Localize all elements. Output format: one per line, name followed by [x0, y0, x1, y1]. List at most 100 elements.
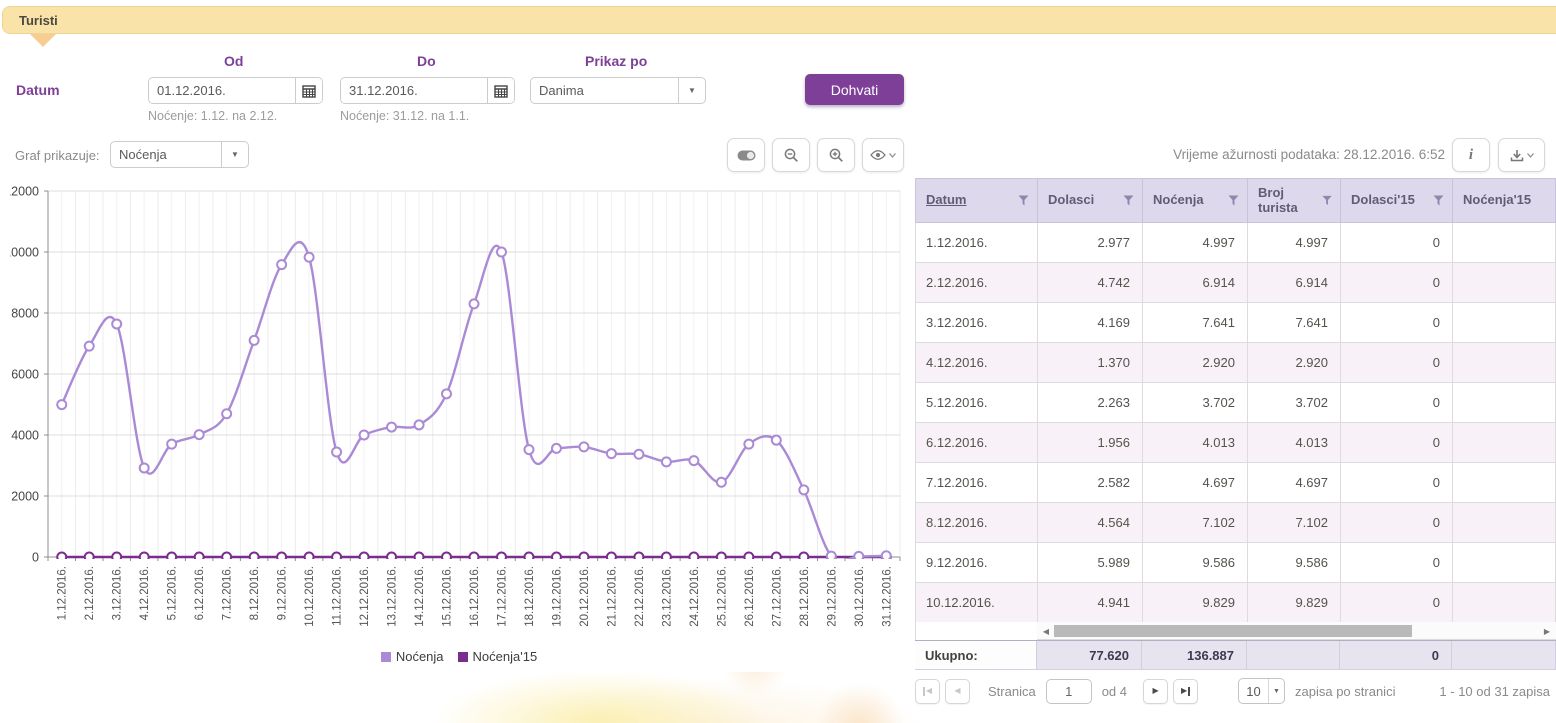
prev-page-button[interactable]: ◀ — [945, 679, 970, 704]
date-from-calendar-button[interactable] — [295, 78, 322, 103]
filter-icon[interactable] — [1018, 195, 1029, 206]
date-to-input[interactable] — [341, 78, 487, 103]
table-row[interactable]: 9.12.2016.5.9899.5869.5860 — [915, 543, 1556, 583]
table-row[interactable]: 3.12.2016.4.1697.6417.6410 — [915, 303, 1556, 343]
data-point-marker[interactable] — [222, 553, 231, 562]
data-point-marker[interactable] — [689, 456, 698, 465]
chart-toggle-button[interactable] — [727, 138, 765, 172]
data-point-marker[interactable] — [250, 553, 259, 562]
data-point-marker[interactable] — [744, 440, 753, 449]
data-point-marker[interactable] — [607, 553, 616, 562]
data-point-marker[interactable] — [415, 420, 424, 429]
first-page-button[interactable]: ◀ — [915, 679, 940, 704]
data-point-marker[interactable] — [470, 299, 479, 308]
data-point-marker[interactable] — [744, 553, 753, 562]
data-point-marker[interactable] — [140, 463, 149, 472]
data-point-marker[interactable] — [552, 553, 561, 562]
data-point-marker[interactable] — [112, 553, 121, 562]
series-visibility-button[interactable] — [862, 138, 904, 172]
data-point-marker[interactable] — [882, 551, 891, 560]
data-point-marker[interactable] — [85, 342, 94, 351]
page-size-select[interactable]: 10 ▼ — [1238, 678, 1285, 704]
data-point-marker[interactable] — [607, 449, 616, 458]
data-point-marker[interactable] — [167, 553, 176, 562]
legend-item[interactable]: Noćenja'15 — [458, 649, 538, 664]
data-point-marker[interactable] — [799, 485, 808, 494]
data-point-marker[interactable] — [524, 553, 533, 562]
table-row[interactable]: 10.12.2016.4.9419.8299.8290 — [915, 583, 1556, 623]
date-to-calendar-button[interactable] — [487, 78, 514, 103]
data-point-marker[interactable] — [222, 409, 231, 418]
column-header-5[interactable]: Dolasci'15 — [1341, 179, 1453, 223]
data-point-marker[interactable] — [332, 553, 341, 562]
data-point-marker[interactable] — [497, 248, 506, 257]
data-point-marker[interactable] — [360, 553, 369, 562]
page-number-input[interactable] — [1046, 679, 1092, 704]
last-page-button[interactable]: ▶ — [1173, 679, 1198, 704]
filter-icon[interactable] — [1433, 195, 1444, 206]
table-row[interactable]: 7.12.2016.2.5824.6974.6970 — [915, 463, 1556, 503]
tab-turisti[interactable]: Turisti — [2, 6, 1556, 34]
date-from-input[interactable] — [149, 78, 295, 103]
data-point-marker[interactable] — [854, 552, 863, 561]
data-point-marker[interactable] — [442, 553, 451, 562]
data-point-marker[interactable] — [717, 553, 726, 562]
table-row[interactable]: 5.12.2016.2.2633.7023.7020 — [915, 383, 1556, 423]
data-point-marker[interactable] — [662, 457, 671, 466]
data-point-marker[interactable] — [579, 442, 588, 451]
data-point-marker[interactable] — [167, 440, 176, 449]
table-row[interactable]: 6.12.2016.1.9564.0134.0130 — [915, 423, 1556, 463]
data-point-marker[interactable] — [360, 431, 369, 440]
nocenja-line-chart[interactable]: 0200040006000800010000120001.12.2016.2.1… — [10, 182, 906, 646]
table-row[interactable]: 2.12.2016.4.7426.9146.9140 — [915, 263, 1556, 303]
column-header-3[interactable]: Noćenja — [1143, 179, 1248, 223]
data-point-marker[interactable] — [57, 553, 66, 562]
column-header-6[interactable]: Noćenja'15 — [1453, 179, 1556, 223]
data-point-marker[interactable] — [57, 400, 66, 409]
data-point-marker[interactable] — [195, 553, 204, 562]
scroll-right-icon[interactable]: ▶ — [1540, 623, 1554, 639]
data-point-marker[interactable] — [277, 260, 286, 269]
column-header-4[interactable]: Broj turista — [1248, 179, 1341, 223]
data-point-marker[interactable] — [277, 553, 286, 562]
data-point-marker[interactable] — [332, 448, 341, 457]
data-point-marker[interactable] — [112, 319, 121, 328]
table-row[interactable]: 4.12.2016.1.3702.9202.9200 — [915, 343, 1556, 383]
data-point-marker[interactable] — [442, 389, 451, 398]
prikaz-po-select[interactable]: Danima ▼ — [530, 77, 706, 104]
data-point-marker[interactable] — [470, 553, 479, 562]
zoom-out-button[interactable] — [772, 138, 810, 172]
hscrollbar-track[interactable]: ◀ ▶ — [1037, 622, 1556, 640]
filter-icon[interactable] — [1123, 195, 1134, 206]
data-point-marker[interactable] — [772, 553, 781, 562]
hscrollbar-thumb[interactable] — [1054, 625, 1412, 637]
data-point-marker[interactable] — [634, 450, 643, 459]
data-point-marker[interactable] — [827, 552, 836, 561]
filter-icon[interactable] — [1228, 195, 1239, 206]
data-point-marker[interactable] — [579, 553, 588, 562]
table-row[interactable]: 8.12.2016.4.5647.1027.1020 — [915, 503, 1556, 543]
data-point-marker[interactable] — [662, 553, 671, 562]
data-point-marker[interactable] — [85, 553, 94, 562]
export-button[interactable] — [1498, 138, 1545, 172]
data-point-marker[interactable] — [524, 445, 533, 454]
next-page-button[interactable]: ▶ — [1143, 679, 1168, 704]
table-row[interactable]: 1.12.2016.2.9774.9974.9970 — [915, 223, 1556, 263]
filter-icon[interactable] — [1322, 195, 1332, 206]
graf-select[interactable]: Noćenja ▼ — [110, 141, 249, 168]
data-point-marker[interactable] — [415, 553, 424, 562]
data-point-marker[interactable] — [497, 553, 506, 562]
data-point-marker[interactable] — [387, 423, 396, 432]
dohvati-button[interactable]: Dohvati — [805, 74, 904, 105]
data-point-marker[interactable] — [799, 553, 808, 562]
data-point-marker[interactable] — [552, 444, 561, 453]
data-point-marker[interactable] — [717, 478, 726, 487]
data-point-marker[interactable] — [140, 553, 149, 562]
data-point-marker[interactable] — [772, 436, 781, 445]
column-header-2[interactable]: Dolasci — [1038, 179, 1143, 223]
data-point-marker[interactable] — [305, 553, 314, 562]
data-point-marker[interactable] — [305, 253, 314, 262]
zoom-in-button[interactable] — [817, 138, 855, 172]
data-point-marker[interactable] — [195, 430, 204, 439]
legend-item[interactable]: Noćenja — [381, 649, 444, 664]
